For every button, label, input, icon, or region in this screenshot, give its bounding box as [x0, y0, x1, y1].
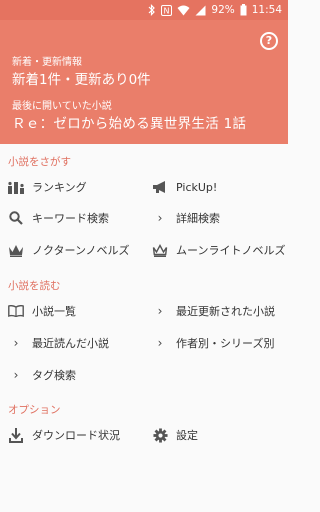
download-icon	[8, 427, 24, 443]
ranking-item[interactable]: ランキング	[8, 172, 144, 202]
recent-updated-label: 最近更新された小説	[176, 305, 275, 318]
svg-text:N: N	[164, 6, 170, 15]
updates-label: 新着・更新情報	[12, 57, 82, 68]
last-opened-label: 最後に開いていた小説	[12, 101, 112, 112]
tag-search-item[interactable]: › タグ検索	[8, 360, 144, 390]
crown-outline-icon	[152, 242, 168, 258]
recent-read-label: 最近読んだ小説	[32, 337, 109, 350]
chevron-right-icon: ›	[157, 304, 163, 318]
recent-updated-item[interactable]: › 最近更新された小説	[152, 296, 282, 326]
clock: 11:54	[251, 4, 282, 16]
pickup-label: PickUp!	[176, 180, 218, 194]
battery-icon	[240, 4, 247, 16]
keyword-search-label: キーワード検索	[32, 212, 109, 225]
nocturne-label: ノクターンノベルズ	[32, 244, 130, 257]
pickup-item[interactable]: PickUp!	[152, 172, 282, 202]
updates-value[interactable]: 新着1件・更新あり0件	[12, 68, 151, 88]
recent-read-item[interactable]: › 最近読んだ小説	[8, 328, 144, 358]
ranking-icon	[8, 179, 24, 195]
last-opened-novel[interactable]: Ｒｅ：ゼロから始める異世界生活 1話	[12, 112, 246, 132]
section-title-options: オプション	[8, 404, 61, 416]
settings-label: 設定	[176, 429, 198, 442]
settings-item[interactable]: 設定	[152, 420, 282, 450]
detail-search-label: 詳細検索	[176, 212, 220, 225]
by-author-label: 作者別・シリーズ別	[176, 337, 275, 350]
by-author-item[interactable]: › 作者別・シリーズ別	[152, 328, 282, 358]
crown-icon	[8, 242, 24, 258]
section-title-read: 小説を読む	[8, 280, 61, 292]
nfc-icon: N	[161, 4, 173, 16]
signal-icon	[195, 5, 206, 16]
novel-list-label: 小説一覧	[32, 305, 76, 318]
wifi-icon	[177, 5, 190, 16]
nocturne-item[interactable]: ノクターンノベルズ	[8, 235, 144, 265]
moonlight-label: ムーンライトノベルズ	[176, 244, 286, 257]
gear-icon	[152, 427, 168, 443]
status-bar: N 92% 11:54	[0, 0, 288, 20]
moonlight-item[interactable]: ムーンライトノベルズ	[152, 235, 286, 265]
download-status-label: ダウンロード状況	[32, 429, 120, 442]
bluetooth-icon	[148, 4, 156, 16]
download-status-item[interactable]: ダウンロード状況	[8, 420, 144, 450]
chevron-right-icon: ›	[13, 368, 19, 382]
ranking-label: ランキング	[32, 181, 87, 194]
section-title-find: 小説をさがす	[8, 156, 71, 168]
chevron-right-icon: ›	[13, 336, 19, 350]
keyword-search-item[interactable]: キーワード検索	[8, 203, 144, 233]
detail-search-item[interactable]: › 詳細検索	[152, 203, 282, 233]
chevron-right-icon: ›	[157, 336, 163, 350]
help-button[interactable]: ?	[260, 32, 278, 50]
novel-list-item[interactable]: 小説一覧	[8, 296, 144, 326]
megaphone-icon	[152, 179, 168, 195]
tag-search-label: タグ検索	[32, 369, 76, 382]
search-icon	[8, 210, 24, 226]
updates-header: ? 新着・更新情報 新着1件・更新あり0件 最後に開いていた小説 Ｒｅ：ゼロから…	[0, 20, 288, 144]
chevron-right-icon: ›	[157, 211, 163, 225]
battery-percent: 92%	[211, 4, 235, 16]
book-icon	[8, 303, 24, 319]
